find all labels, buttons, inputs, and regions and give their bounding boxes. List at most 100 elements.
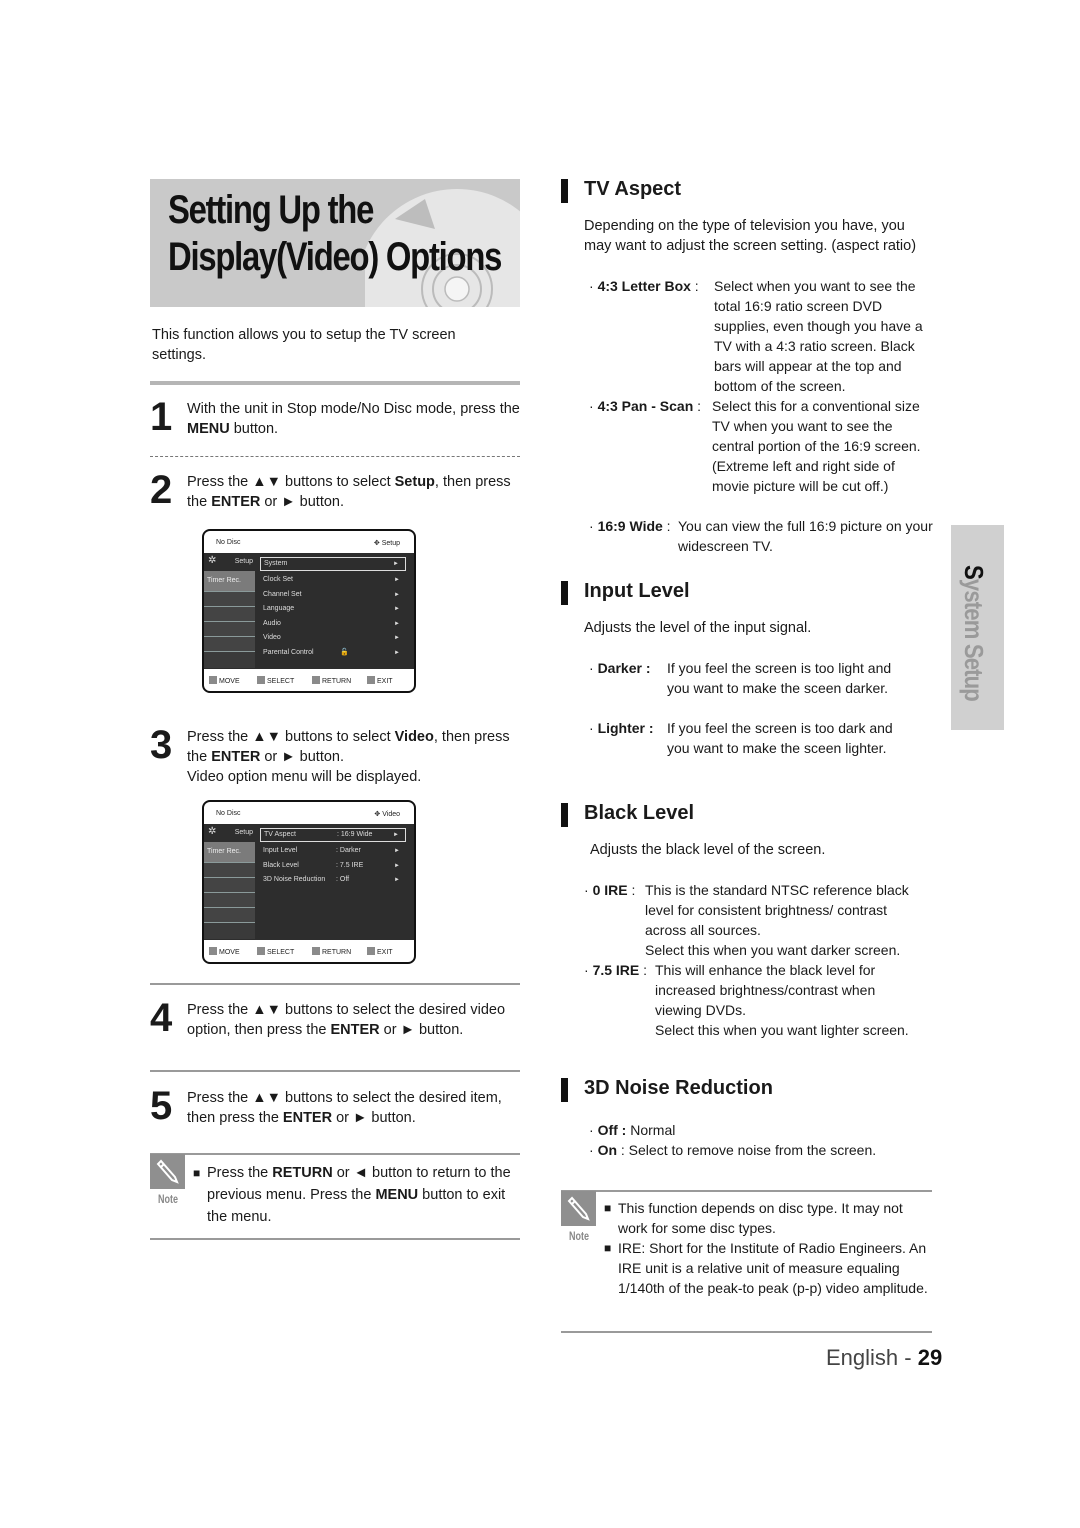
square-bullet-icon: ■ (604, 1241, 612, 1255)
option-7-5-ire: · 7.5 IRE : This will enhance the black … (584, 962, 909, 1038)
option-0-ire: · 0 IRE : This is the standard NTSC refe… (584, 882, 909, 958)
select-hint: SELECT (257, 676, 294, 685)
sidebar-slot (204, 863, 255, 878)
sidebar-item-timer-rec: Timer Rec. (204, 842, 255, 863)
exit-icon (367, 676, 375, 684)
return-icon (312, 676, 320, 684)
disc-status: No Disc (216, 539, 241, 546)
lock-icon: 🔓 (340, 648, 349, 656)
menu-item-audio: Audio ► (263, 619, 400, 627)
step-number: 4 (150, 996, 173, 1040)
black-level-description: Adjusts the black level of the screen. (590, 842, 826, 858)
section-marker (561, 179, 568, 203)
return-icon (312, 947, 320, 955)
menu-sidebar: ✲ Setup Timer Rec. (204, 553, 255, 668)
menu-item-tv-aspect: TV Aspect: 16:9 Wide ► (260, 828, 406, 842)
sidebar-slot (204, 878, 255, 893)
divider (561, 1190, 932, 1192)
select-icon (257, 947, 265, 955)
title-line-2: Display(Video) Options (168, 235, 502, 279)
menu-item-video: Video ► (263, 634, 400, 641)
square-bullet-icon: ■ (193, 1166, 201, 1180)
page-title: Setting Up the Display(Video) Options (168, 187, 502, 281)
sidebar-slot (204, 893, 255, 908)
sidebar-item-setup: ✲ Setup (204, 553, 255, 571)
menu-item-channel-set: Channel Set ► (263, 590, 400, 598)
option-off: · Off : Normal (589, 1122, 676, 1138)
sidebar-slot (204, 637, 255, 652)
section-title-3d-noise-reduction: 3D Noise Reduction (584, 1077, 773, 1099)
note-label: Note (569, 1229, 590, 1243)
sidebar-item-timer-rec: Timer Rec. (204, 571, 255, 592)
menu-list: TV Aspect: 16:9 Wide ► Input Level: Darke… (260, 828, 406, 888)
step-number: 2 (150, 468, 173, 512)
exit-hint: EXIT (367, 947, 393, 956)
move-hint: MOVE (209, 676, 240, 685)
menu-item-clock-set: Clock Set ► (263, 576, 400, 583)
menu-status-bar: No Disc ✥ Video (204, 802, 414, 824)
menu-item-parental-control: Parental Control 🔓 ► (260, 646, 406, 661)
return-hint: RETURN (312, 676, 351, 685)
step-text: Press the ▲▼ buttons to select the desir… (187, 1002, 506, 1038)
section-side-tab: System Setup (951, 525, 1004, 730)
menu-status-bar: No Disc ✥ Setup (204, 531, 414, 553)
exit-icon (367, 947, 375, 955)
video-menu-screenshot: No Disc ✥ Video ✲ Setup Timer Rec. TV Asp… (202, 800, 416, 964)
intro-text: This function allows you to setup the TV… (152, 327, 456, 363)
sidebar-slot (204, 607, 255, 622)
step-text: Press the ▲▼ buttons to select Setup, th… (187, 474, 511, 510)
section-marker (561, 803, 568, 827)
option-wide: · 16:9 Wide : You can view the full 16:9… (589, 518, 933, 554)
gear-icon: ✲ (208, 826, 217, 837)
menu-section: ✥ Video (374, 811, 400, 818)
menu-item-3d-noise-reduction: 3D Noise Reduction: Off ► (263, 876, 400, 883)
side-tab-label: System Setup (959, 565, 989, 701)
sidebar-slot (204, 592, 255, 607)
move-hint: MOVE (209, 947, 240, 956)
note-item: ■ IRE: Short for the Institute of Radio E… (604, 1240, 928, 1296)
option-pan-scan: · 4:3 Pan - Scan : Select this for a con… (589, 398, 921, 494)
square-bullet-icon: ■ (604, 1201, 612, 1215)
note-item: ■ This function depends on disc type. It … (604, 1200, 903, 1236)
divider (150, 381, 520, 385)
exit-hint: EXIT (367, 676, 393, 685)
gear-icon: ✲ (208, 555, 217, 566)
section-title-black-level: Black Level (584, 802, 695, 824)
option-letter-box: · 4:3 Letter Box : Select when you want … (589, 278, 923, 394)
step-number: 5 (150, 1084, 173, 1128)
divider (150, 1153, 520, 1155)
menu-footer: MOVE SELECT RETURN EXIT (204, 940, 414, 962)
section-marker (561, 581, 568, 605)
note-text: ■ Press the RETURN or ◄ button to return… (193, 1162, 523, 1228)
move-icon (209, 947, 217, 955)
title-banner: Setting Up the Display(Video) Options (150, 179, 520, 307)
section-marker (561, 1078, 568, 1102)
step-number: 1 (150, 395, 173, 439)
title-line-1: Setting Up the (168, 188, 374, 232)
divider (150, 983, 520, 985)
menu-footer: MOVE SELECT RETURN EXIT (204, 669, 414, 691)
option-on: · On : Select to remove noise from the s… (589, 1142, 877, 1158)
menu-item-system: System ► (260, 557, 406, 571)
sidebar-slot (204, 622, 255, 637)
input-level-description: Adjusts the level of the input signal. (584, 620, 812, 636)
step-text: Press the ▲▼ buttons to select Video, th… (187, 729, 510, 785)
option-lighter: · Lighter : If you feel the screen is to… (589, 720, 893, 756)
note-label: Note (158, 1192, 179, 1206)
step-number: 3 (150, 723, 173, 767)
setup-menu-screenshot: No Disc ✥ Setup ✲ Setup Timer Rec. System… (202, 529, 416, 693)
divider (150, 456, 520, 457)
page-number: English - 29 (826, 1345, 943, 1370)
section-title-tv-aspect: TV Aspect (584, 178, 682, 200)
step-text: Press the ▲▼ buttons to select the desir… (187, 1090, 502, 1126)
select-hint: SELECT (257, 947, 294, 956)
sidebar-item-setup: ✲ Setup (204, 824, 255, 842)
move-icon (209, 676, 217, 684)
disc-status: No Disc (216, 810, 241, 817)
divider (150, 1070, 520, 1072)
menu-section: ✥ Setup (373, 540, 400, 547)
option-darker: · Darker : If you feel the screen is too… (589, 660, 892, 696)
section-title-input-level: Input Level (584, 580, 690, 602)
select-icon (257, 676, 265, 684)
sidebar-slot (204, 908, 255, 923)
